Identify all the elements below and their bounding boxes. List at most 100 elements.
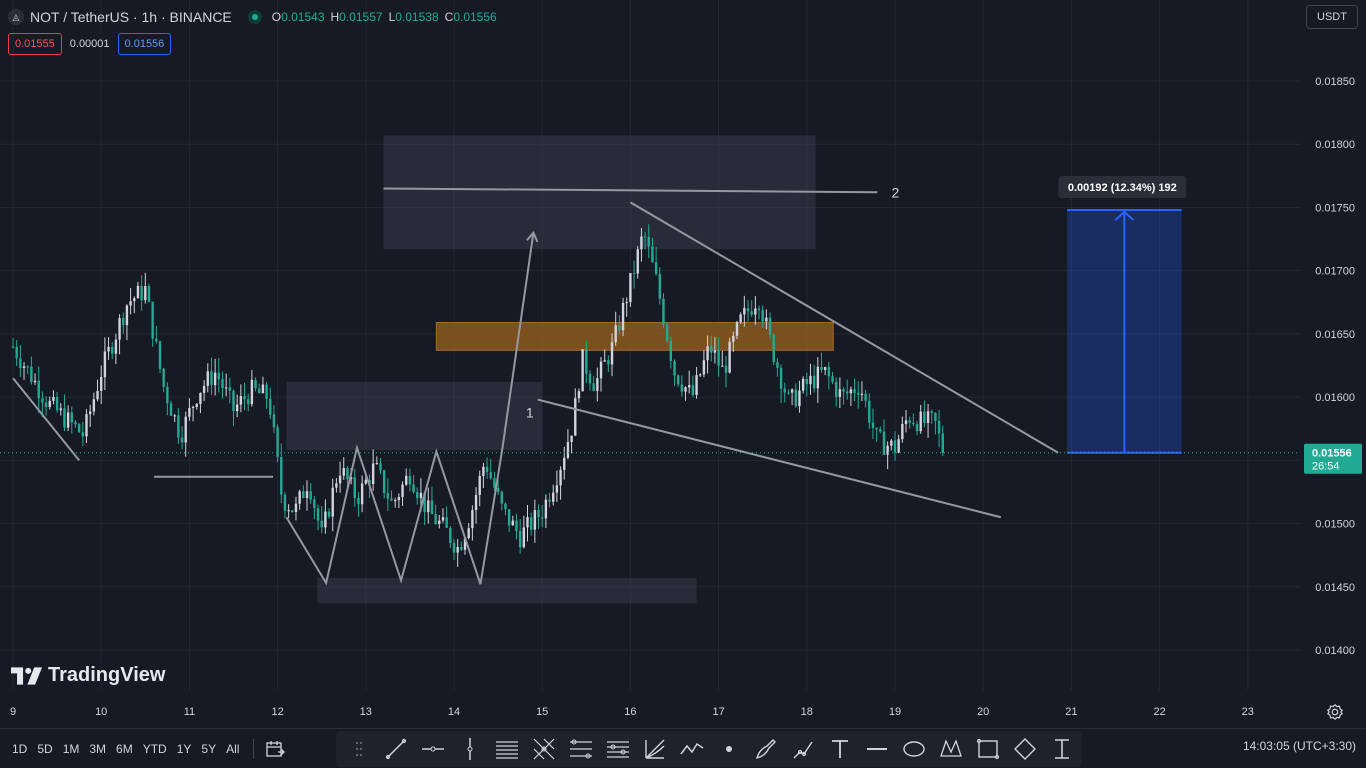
range-3m[interactable]: 3M xyxy=(85,739,110,759)
date-range-icon[interactable] xyxy=(264,738,286,760)
candle xyxy=(140,285,143,301)
candle xyxy=(224,387,228,389)
candle xyxy=(853,389,856,393)
symbol-title[interactable]: NOT / TetherUS · 1h · BINANCE xyxy=(30,9,232,25)
candle xyxy=(643,236,647,238)
candle xyxy=(541,517,544,519)
candle xyxy=(206,371,209,386)
fib-extension-icon[interactable] xyxy=(601,733,635,765)
candle xyxy=(548,499,551,502)
range-ytd[interactable]: YTD xyxy=(139,739,171,759)
sell-button[interactable]: 0.01555 xyxy=(8,33,62,55)
gear-icon[interactable] xyxy=(1326,703,1344,721)
fib-retracement-icon[interactable] xyxy=(564,733,598,765)
ohlc-open: O0.01543 xyxy=(271,10,325,24)
candle xyxy=(746,308,750,312)
rectangle-icon[interactable] xyxy=(971,733,1005,765)
candle xyxy=(555,485,559,493)
candle xyxy=(147,285,151,302)
candle xyxy=(581,349,584,392)
candle xyxy=(596,378,599,391)
range-1m[interactable]: 1M xyxy=(59,739,84,759)
candle xyxy=(474,494,478,511)
time-axis-label: 18 xyxy=(801,706,813,718)
candle xyxy=(857,392,860,395)
currency-button[interactable]: USDT xyxy=(1306,5,1358,29)
gann-fan-icon[interactable] xyxy=(638,733,672,765)
candle xyxy=(831,376,834,382)
candle xyxy=(743,308,746,315)
range-5d[interactable]: 5D xyxy=(33,739,56,759)
candle xyxy=(897,439,900,453)
range-5y[interactable]: 5Y xyxy=(197,739,220,759)
path-icon[interactable] xyxy=(786,733,820,765)
measure-icon[interactable] xyxy=(1045,733,1079,765)
candle xyxy=(258,388,261,394)
logo-text: TradingView xyxy=(48,664,166,686)
candle xyxy=(77,424,81,433)
range-all[interactable]: All xyxy=(222,739,243,759)
candle xyxy=(658,273,661,299)
dot-icon[interactable] xyxy=(712,733,746,765)
candle xyxy=(63,408,66,428)
brush-icon[interactable] xyxy=(749,733,783,765)
range-1d[interactable]: 1D xyxy=(8,739,31,759)
candle xyxy=(338,475,342,484)
candle xyxy=(820,366,823,370)
range-6m[interactable]: 6M xyxy=(112,739,137,759)
price-axis-label: 0.01450 xyxy=(1315,582,1355,594)
range-1y[interactable]: 1Y xyxy=(173,739,196,759)
candle xyxy=(441,517,445,521)
candle xyxy=(846,391,849,394)
measure-label: 0.00192 (12.34%) 192 xyxy=(1068,182,1177,194)
candle xyxy=(691,385,695,395)
candle xyxy=(335,483,338,488)
buy-button[interactable]: 0.01556 xyxy=(117,33,172,55)
candle xyxy=(507,509,511,526)
candle xyxy=(22,366,26,368)
candle xyxy=(651,246,654,263)
parallel-channel-icon[interactable] xyxy=(490,733,524,765)
ellipse-icon[interactable] xyxy=(897,733,931,765)
candle xyxy=(37,380,40,399)
horizontal-ray-icon[interactable] xyxy=(416,733,450,765)
zigzag-icon[interactable] xyxy=(675,733,709,765)
candle xyxy=(118,318,121,340)
candle xyxy=(324,511,327,528)
zone-rectangle[interactable] xyxy=(317,577,697,604)
tradingview-logo[interactable]: TradingView xyxy=(11,664,165,687)
candle xyxy=(761,310,764,322)
pitchfork-icon[interactable] xyxy=(527,733,561,765)
market-open-icon[interactable] xyxy=(247,10,262,24)
range-selector: 1D 5D 1M 3M 6M YTD 1Y 5Y All xyxy=(8,738,286,760)
candle xyxy=(33,380,37,383)
candle xyxy=(699,374,702,376)
candle xyxy=(735,322,739,336)
candle xyxy=(427,500,430,513)
candle xyxy=(787,392,790,394)
drag-handle-icon[interactable] xyxy=(342,733,376,765)
clock[interactable]: 14:03:05 (UTC+3:30) xyxy=(1243,739,1356,753)
candle xyxy=(823,367,827,370)
candle xyxy=(588,373,592,384)
candle xyxy=(364,479,367,484)
trend-line-icon[interactable] xyxy=(379,733,413,765)
vertical-line-icon[interactable] xyxy=(453,733,487,765)
candle xyxy=(188,407,191,417)
price-chart[interactable]: 0.00192 (12.34%) 192210.014000.014500.01… xyxy=(0,0,1366,768)
price-range-icon[interactable] xyxy=(860,733,894,765)
candle xyxy=(577,391,581,399)
candle xyxy=(864,393,867,401)
candle xyxy=(724,365,728,373)
candle xyxy=(632,273,636,275)
candle xyxy=(390,498,393,501)
text-icon[interactable] xyxy=(823,733,857,765)
time-axis-label: 21 xyxy=(1065,706,1077,718)
candle xyxy=(331,487,334,517)
candle xyxy=(100,377,103,391)
candle xyxy=(838,389,842,397)
polygon-icon[interactable] xyxy=(1008,733,1042,765)
xabcd-pattern-icon[interactable] xyxy=(934,733,968,765)
candle xyxy=(456,547,459,553)
candle xyxy=(706,346,709,361)
